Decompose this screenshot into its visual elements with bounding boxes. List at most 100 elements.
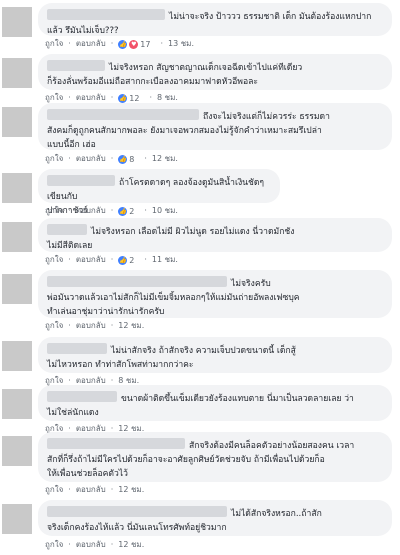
timestamp[interactable]: 12 ชม. (118, 540, 144, 549)
reply-link[interactable]: ตอบกลับ (76, 321, 106, 330)
separator: · (68, 255, 71, 264)
timestamp[interactable]: 12 ชม. (152, 154, 178, 163)
like-link[interactable]: ถูกใจ (45, 255, 63, 264)
commenter-name-redacted[interactable] (47, 276, 227, 287)
reply-link[interactable]: ตอบกลับ (76, 376, 106, 385)
separator: · (110, 154, 114, 163)
avatar[interactable] (2, 173, 32, 203)
commenter-name-redacted[interactable] (47, 9, 165, 20)
reply-link[interactable]: ตอบกลับ (76, 540, 106, 549)
separator: · (68, 93, 71, 102)
reply-link[interactable]: ตอบกลับ (76, 154, 106, 163)
reply-link[interactable]: ตอบกลับ (76, 39, 106, 48)
avatar[interactable] (2, 389, 32, 419)
separator: · (68, 39, 71, 48)
avatar[interactable] (2, 504, 32, 534)
separator: · (144, 206, 147, 215)
comment-bubble: ไม่ได้สักจริงหรอก..ถ้าสัก จริงเด็กคงร้อง… (38, 500, 392, 536)
comment-item: ไม่น่าสักจริง ถ้าสักจริง ความเจ็บปวดขนาด… (0, 337, 400, 389)
comment-bubble: ขนาดผ้าติดขึ้นเข็มเดียวยังร้องแทบตาย นี่… (38, 385, 392, 421)
avatar[interactable] (2, 222, 32, 252)
avatar[interactable] (2, 7, 32, 37)
reply-link[interactable]: ตอบกลับ (76, 485, 106, 494)
comment-item: ถ้าโครตดาดๆ ลองจ้องดูมันสิน้ำเงินชัดๆ เข… (0, 169, 400, 217)
separator: · (110, 376, 114, 385)
separator: · (144, 154, 147, 163)
timestamp[interactable]: 11 ชม. (152, 255, 178, 264)
reply-link[interactable]: ตอบกลับ (76, 93, 106, 102)
timestamp[interactable]: 10 ชม. (152, 206, 178, 215)
avatar[interactable] (2, 274, 32, 304)
comment-actions: ถูกใจ · ตอบกลับ · 👍 ♥ 17 · 13 ชม. (45, 38, 199, 51)
comment-bubble: ไม่น่าสักจริง ถ้าสักจริง ความเจ็บปวดขนาด… (38, 337, 392, 373)
comment-item: สักจริงต้องมีคนล็อคตัวอย่างน้อยสองคน เวล… (0, 432, 400, 498)
avatar[interactable] (2, 58, 32, 88)
reaction-count[interactable]: 👍 2 (118, 206, 139, 218)
separator: · (110, 206, 114, 215)
reaction-count[interactable]: 👍 2 (118, 255, 139, 267)
avatar[interactable] (2, 436, 32, 466)
separator: · (110, 485, 114, 494)
separator: · (144, 255, 147, 264)
comment-actions: ถูกใจ · ตอบกลับ · 12 ชม. (45, 320, 149, 332)
comment-item: ไม่จริงครับ พ่อมันวาดแล้วเอาไม่สักก็ไม่ม… (0, 270, 400, 334)
comment-actions: ถูกใจ · ตอบกลับ · 👍 2 · 10 ชม. (45, 205, 183, 218)
comment-bubble: ถึงจะไม่จริงแต่ก็ไม่ควรร่ะ ธรรมดา สังคมก… (38, 103, 392, 150)
commenter-name-redacted[interactable] (47, 506, 227, 517)
like-link[interactable]: ถูกใจ (45, 93, 63, 102)
commenter-name-redacted[interactable] (47, 438, 185, 449)
like-icon: 👍 (118, 40, 128, 49)
comment-actions: ถูกใจ · ตอบกลับ · 12 ชม. (45, 539, 149, 551)
timestamp[interactable]: 8 ชม. (118, 376, 139, 385)
comment-bubble: ถ้าโครตดาดๆ ลองจ้องดูมันสิน้ำเงินชัดๆ เข… (38, 169, 280, 216)
comment-item: ขนาดผ้าติดขึ้นเข็มเดียวยังร้องแทบตาย นี่… (0, 385, 400, 437)
comment-item: ไม่น่าจะจริง ป้าววว ธรรมชาติ เด็ก มันต้อ… (0, 3, 400, 49)
comment-item: ไม่จริงหรอก เลือดไม่มี ผิวไม่นูด รอยไม่แ… (0, 218, 400, 266)
commenter-name-redacted[interactable] (47, 109, 199, 120)
reply-link[interactable]: ตอบกลับ (76, 206, 106, 215)
separator: · (68, 540, 71, 549)
timestamp[interactable]: 12 ชม. (118, 485, 144, 494)
like-link[interactable]: ถูกใจ (45, 376, 63, 385)
like-icon: 👍 (118, 155, 128, 164)
like-link[interactable]: ถูกใจ (45, 39, 63, 48)
separator: · (68, 154, 71, 163)
comment-item: ถึงจะไม่จริงแต่ก็ไม่ควรร่ะ ธรรมดา สังคมก… (0, 103, 400, 165)
reply-link[interactable]: ตอบกลับ (76, 255, 106, 264)
comment-bubble: ไม่จริงหรอก เลือดไม่มี ผิวไม่นูด รอยไม่แ… (38, 218, 392, 252)
like-link[interactable]: ถูกใจ (45, 154, 63, 163)
like-icon: 👍 (118, 94, 128, 103)
comment-bubble: ไม่น่าจะจริง ป้าววว ธรรมชาติ เด็ก มันต้อ… (38, 3, 392, 36)
timestamp[interactable]: 13 ชม. (168, 39, 194, 48)
commenter-name-redacted[interactable] (47, 391, 117, 402)
separator: · (68, 376, 71, 385)
avatar[interactable] (2, 341, 32, 371)
avatar[interactable] (2, 107, 32, 137)
comment-bubble: สักจริงต้องมีคนล็อคตัวอย่างน้อยสองคน เวล… (38, 432, 392, 482)
commenter-name-redacted[interactable] (47, 175, 115, 186)
like-link[interactable]: ถูกใจ (45, 321, 63, 330)
separator: · (110, 540, 114, 549)
timestamp[interactable]: 12 ชม. (118, 321, 144, 330)
like-link[interactable]: ถูกใจ (45, 206, 63, 215)
like-icon: 👍 (118, 256, 128, 265)
comment-bubble: ไม่จริงครับ พ่อมันวาดแล้วเอาไม่สักก็ไม่ม… (38, 270, 392, 318)
commenter-name-redacted[interactable] (47, 60, 105, 71)
separator: · (149, 93, 153, 102)
reaction-count[interactable]: 👍 8 (118, 154, 139, 166)
like-link[interactable]: ถูกใจ (45, 540, 63, 549)
separator: · (68, 206, 71, 215)
separator: · (68, 485, 71, 494)
like-icon: 👍 (118, 207, 128, 216)
commenter-name-redacted[interactable] (47, 224, 87, 235)
like-link[interactable]: ถูกใจ (45, 485, 63, 494)
separator: · (110, 39, 114, 48)
comment-actions: ถูกใจ · ตอบกลับ · 👍 8 · 12 ชม. (45, 153, 183, 166)
separator: · (110, 255, 114, 264)
comment-actions: ถูกใจ · ตอบกลับ · 12 ชม. (45, 484, 149, 496)
separator: · (68, 321, 71, 330)
timestamp[interactable]: 8 ชม. (157, 93, 178, 102)
reaction-count[interactable]: 👍 ♥ 17 (118, 39, 155, 51)
commenter-name-redacted[interactable] (47, 343, 107, 354)
comment-item: ไม่ได้สักจริงหรอก..ถ้าสัก จริงเด็กคงร้อง… (0, 500, 400, 554)
